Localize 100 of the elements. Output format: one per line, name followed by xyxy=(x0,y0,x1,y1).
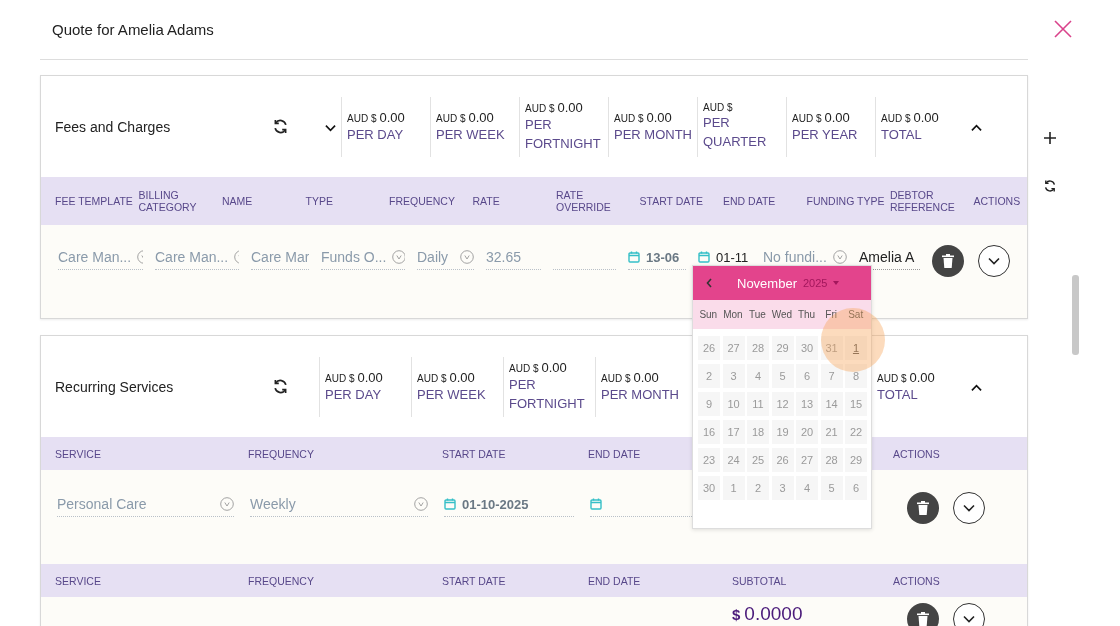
calendar-day[interactable]: 14 xyxy=(820,392,843,416)
close-icon[interactable] xyxy=(1054,19,1072,38)
collapse-icon[interactable] xyxy=(971,123,982,132)
amount: 0.00 xyxy=(541,360,567,375)
calendar-day[interactable]: 2 xyxy=(747,476,769,500)
weekday-label: Thu xyxy=(796,309,817,320)
input-field[interactable]: 32.65 xyxy=(486,245,541,270)
add-icon[interactable] xyxy=(1043,131,1057,145)
calendar-day[interactable]: 1 xyxy=(845,336,867,360)
expand-button[interactable] xyxy=(953,492,985,524)
date-field[interactable]: 13-06 xyxy=(628,245,686,270)
menu-chevron-icon[interactable] xyxy=(325,123,336,132)
delete-button[interactable] xyxy=(907,492,939,524)
expand-button[interactable] xyxy=(953,603,985,626)
calendar-day[interactable]: 7 xyxy=(820,364,843,388)
calendar-day[interactable]: 16 xyxy=(698,420,720,444)
collapse-icon[interactable] xyxy=(971,383,982,392)
amount: 0.00 xyxy=(449,369,475,385)
amount: 0.00 xyxy=(913,109,939,125)
select-field[interactable]: Funds O... xyxy=(321,245,405,270)
currency: AUD $ xyxy=(614,112,644,124)
calendar-day[interactable]: 10 xyxy=(722,392,745,416)
calendar-icon[interactable] xyxy=(628,251,640,263)
currency: AUD $ xyxy=(792,112,822,124)
calendar-day[interactable]: 21 xyxy=(820,420,843,444)
scrollbar-thumb[interactable] xyxy=(1072,275,1079,355)
calendar-day[interactable]: 2 xyxy=(698,364,720,388)
column-header: ACTIONS xyxy=(893,447,941,460)
calendar-day[interactable]: 29 xyxy=(771,336,794,360)
refresh-icon[interactable] xyxy=(272,118,289,135)
calendar-day[interactable]: 24 xyxy=(722,448,745,472)
currency: AUD $ xyxy=(417,372,447,384)
year-dropdown[interactable]: 2025 xyxy=(802,277,840,289)
select-field[interactable]: Personal Care xyxy=(57,492,234,517)
dialog-title: Quote for Amelia Adams xyxy=(52,21,214,38)
subtotal: $ 0.0000 xyxy=(732,603,803,625)
calendar-day[interactable]: 26 xyxy=(698,336,720,360)
trash-icon xyxy=(942,254,954,268)
calendar-day[interactable]: 22 xyxy=(845,420,867,444)
column-header: END DATE xyxy=(723,195,777,207)
select-field[interactable]: Daily xyxy=(417,245,474,270)
calendar-day[interactable]: 5 xyxy=(820,476,843,500)
calendar-day[interactable]: 8 xyxy=(845,364,867,388)
calendar-day[interactable]: 25 xyxy=(747,448,769,472)
input-field[interactable]: Care Mar xyxy=(251,245,309,270)
calendar-day[interactable]: 27 xyxy=(722,336,745,360)
amount: 0.00 xyxy=(633,369,659,385)
column-header: FEE TEMPLATE xyxy=(55,195,134,207)
calendar-day[interactable]: 4 xyxy=(747,364,769,388)
select-field[interactable]: Care Man... xyxy=(58,245,143,270)
calendar-day[interactable]: 23 xyxy=(698,448,720,472)
calendar-day[interactable]: 26 xyxy=(771,448,794,472)
currency: AUD $ xyxy=(881,112,911,124)
calendar-day[interactable]: 3 xyxy=(771,476,794,500)
month-label: November xyxy=(737,275,797,291)
calendar-day[interactable]: 28 xyxy=(747,336,769,360)
calendar-day[interactable]: 4 xyxy=(796,476,818,500)
calendar-day[interactable]: 5 xyxy=(771,364,794,388)
refresh-icon[interactable] xyxy=(272,378,289,395)
calendar-day[interactable]: 29 xyxy=(845,448,867,472)
currency: AUD $ xyxy=(877,372,907,384)
calendar-day[interactable]: 1 xyxy=(722,476,745,500)
calendar-day[interactable]: 6 xyxy=(845,476,867,500)
select-field[interactable]: Care Man... xyxy=(155,245,239,270)
expand-button[interactable] xyxy=(978,245,1010,277)
column-header: SERVICE xyxy=(55,574,102,587)
select-field[interactable]: Weekly xyxy=(250,492,428,517)
calendar-day[interactable]: 20 xyxy=(796,420,818,444)
period-label: PER FORTNIGHT xyxy=(509,376,586,413)
calendar-day[interactable]: 30 xyxy=(698,476,720,500)
column-header: START DATE xyxy=(639,195,704,207)
calendar-day[interactable]: 6 xyxy=(796,364,818,388)
calendar-day[interactable]: 13 xyxy=(796,392,818,416)
date-field[interactable]: 01-10-2025 xyxy=(444,492,574,517)
period-label: PER WEEK xyxy=(417,385,487,404)
calendar-day[interactable]: 11 xyxy=(747,392,769,416)
column-header: SUBTOTAL xyxy=(732,574,788,587)
calendar-day[interactable]: 3 xyxy=(722,364,745,388)
calendar-day[interactable]: 17 xyxy=(722,420,745,444)
refresh-icon[interactable] xyxy=(1043,179,1057,193)
calendar-icon[interactable] xyxy=(444,498,456,510)
amount: 0.00 xyxy=(357,369,383,385)
calendar-day[interactable]: 18 xyxy=(747,420,769,444)
calendar-day[interactable]: 28 xyxy=(820,448,843,472)
calendar-day[interactable]: 12 xyxy=(771,392,794,416)
column-header: NAME xyxy=(222,195,254,207)
column-header: START DATE xyxy=(442,447,507,460)
calendar-icon[interactable] xyxy=(590,498,602,510)
calendar-icon[interactable] xyxy=(698,251,710,263)
calendar-day[interactable]: 9 xyxy=(698,392,720,416)
delete-button[interactable] xyxy=(907,603,939,626)
delete-button[interactable] xyxy=(932,245,964,277)
currency: AUD $ xyxy=(325,372,355,384)
calendar-day[interactable]: 15 xyxy=(845,392,867,416)
calendar-day[interactable]: 27 xyxy=(796,448,818,472)
calendar-day[interactable]: 19 xyxy=(771,420,794,444)
column-header: TYPE xyxy=(305,195,334,207)
section-title: Fees and Charges xyxy=(55,118,172,135)
calendar-day[interactable]: 30 xyxy=(796,336,818,360)
chevron-down-icon xyxy=(963,615,975,623)
